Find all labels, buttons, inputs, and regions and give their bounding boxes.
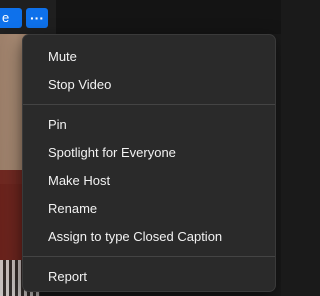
menu-item-pin[interactable]: Pin [23, 111, 275, 139]
more-options-icon: ··· [30, 10, 44, 26]
meeting-view: e ··· Mute Stop Video Pin Spotlight for … [0, 0, 281, 296]
menu-divider [23, 104, 275, 105]
menu-item-rename[interactable]: Rename [23, 195, 275, 223]
more-options-button[interactable]: ··· [26, 8, 48, 28]
menu-item-make-host[interactable]: Make Host [23, 167, 275, 195]
participant-name-tag: e [0, 8, 22, 28]
participant-options-menu: Mute Stop Video Pin Spotlight for Everyo… [22, 34, 276, 292]
top-bar-dark-area [56, 0, 281, 34]
menu-item-stop-video[interactable]: Stop Video [23, 71, 275, 99]
menu-item-closed-caption[interactable]: Assign to type Closed Caption [23, 223, 275, 251]
menu-item-mute[interactable]: Mute [23, 43, 275, 71]
menu-divider [23, 256, 275, 257]
menu-item-spotlight[interactable]: Spotlight for Everyone [23, 139, 275, 167]
menu-item-report[interactable]: Report [23, 263, 275, 291]
